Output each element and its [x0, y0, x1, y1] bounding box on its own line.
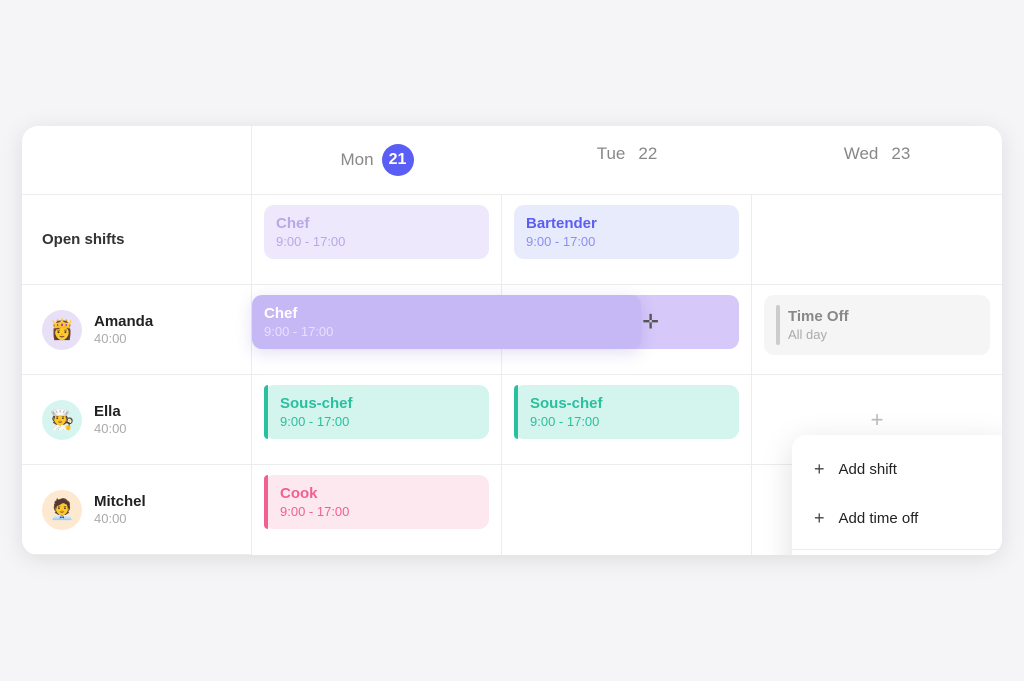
open-shifts-label: Open shifts — [42, 231, 231, 248]
sous-chef-ella-tue-card[interactable]: Sous-chef 9:00 - 17:00 — [514, 385, 739, 439]
sous-chef-ella-tue-time: 9:00 - 17:00 — [530, 414, 727, 429]
calendar-container: Mon 21 Tue 22 Wed 23 Open shifts Chef 9:… — [22, 126, 1002, 555]
chef-open-time: 9:00 - 17:00 — [276, 234, 477, 249]
sous-chef-ella-tue-title: Sous-chef — [530, 395, 727, 412]
wed-label: Wed — [844, 144, 879, 164]
ella-hours: 40:00 — [94, 421, 127, 436]
time-off-time: All day — [788, 327, 849, 342]
tue-label: Tue — [597, 144, 626, 164]
add-shift-menuitem[interactable]: + Add shift — [792, 445, 1002, 494]
header-mon: Mon 21 — [252, 126, 502, 195]
cook-mitchel-mon-card[interactable]: Cook 9:00 - 17:00 — [264, 475, 489, 529]
add-shift-label: Add shift — [839, 461, 897, 478]
tue-date: 22 — [638, 144, 657, 164]
sous-chef-bar-tue — [514, 385, 518, 439]
amanda-mon: Chef 9:00 - 17:00 ✛ — [252, 285, 502, 375]
chef-drag-time: 9:00 - 17:00 — [264, 324, 629, 339]
chef-drag-card[interactable]: Chef 9:00 - 17:00 ✛ — [252, 295, 641, 349]
mon-label: Mon — [340, 150, 373, 170]
add-time-off-icon: + — [814, 508, 825, 529]
time-off-title: Time Off — [788, 308, 849, 325]
amanda-wed: Time Off All day — [752, 285, 1002, 375]
add-time-off-label: Add time off — [839, 510, 919, 527]
mitchel-hours: 40:00 — [94, 511, 146, 526]
time-off-bar — [776, 305, 780, 345]
cook-mitchel-mon-title: Cook — [280, 485, 477, 502]
header-wed: Wed 23 — [752, 126, 1002, 195]
ella-label-cell: 🧑‍🍳 Ella 40:00 — [22, 375, 252, 465]
bartender-time: 9:00 - 17:00 — [526, 234, 727, 249]
open-shifts-mon: Chef 9:00 - 17:00 — [252, 195, 502, 285]
sous-chef-ella-mon-time: 9:00 - 17:00 — [280, 414, 477, 429]
mitchel-label-cell: 🧑‍💼 Mitchel 40:00 — [22, 465, 252, 555]
ella-mon: Sous-chef 9:00 - 17:00 — [252, 375, 502, 465]
open-shifts-wed — [752, 195, 1002, 285]
bartender-shift-tue[interactable]: Bartender 9:00 - 17:00 — [514, 205, 739, 259]
open-shifts-tue: Bartender 9:00 - 17:00 — [502, 195, 752, 285]
mitchel-tue — [502, 465, 752, 555]
ella-name: Ella — [94, 403, 127, 420]
context-menu: + Add shift + Add time off ⧉ Copy 📋 Past… — [792, 435, 1002, 555]
ella-wed[interactable]: + + Add shift + Add time off ⧉ Copy 📋 — [752, 375, 1002, 465]
amanda-hours: 40:00 — [94, 331, 153, 346]
ella-avatar: 🧑‍🍳 — [42, 400, 82, 440]
mitchel-name: Mitchel — [94, 493, 146, 510]
header-empty — [22, 126, 252, 195]
amanda-label-cell: 👸 Amanda 40:00 — [22, 285, 252, 375]
cook-mitchel-mon-time: 9:00 - 17:00 — [280, 504, 477, 519]
chef-drag-title: Chef — [264, 305, 629, 322]
context-menu-divider — [792, 549, 1002, 550]
amanda-avatar: 👸 — [42, 310, 82, 350]
header-tue: Tue 22 — [502, 126, 752, 195]
chef-open-shift-mon[interactable]: Chef 9:00 - 17:00 — [264, 205, 489, 259]
add-time-off-menuitem[interactable]: + Add time off — [792, 494, 1002, 543]
time-off-card[interactable]: Time Off All day — [764, 295, 990, 355]
mon-badge: 21 — [382, 144, 414, 176]
sous-chef-ella-mon-card[interactable]: Sous-chef 9:00 - 17:00 — [264, 385, 489, 439]
ella-tue: Sous-chef 9:00 - 17:00 — [502, 375, 752, 465]
sous-chef-bar-mon — [264, 385, 268, 439]
mitchel-avatar: 🧑‍💼 — [42, 490, 82, 530]
bartender-title: Bartender — [526, 215, 727, 232]
amanda-name: Amanda — [94, 313, 153, 330]
open-shifts-label-cell: Open shifts — [22, 195, 252, 285]
sous-chef-ella-mon-title: Sous-chef — [280, 395, 477, 412]
wed-date: 23 — [891, 144, 910, 164]
calendar-grid: Mon 21 Tue 22 Wed 23 Open shifts Chef 9:… — [22, 126, 1002, 555]
cook-bar — [264, 475, 268, 529]
chef-open-title: Chef — [276, 215, 477, 232]
mitchel-mon: Cook 9:00 - 17:00 — [252, 465, 502, 555]
add-shift-icon: + — [814, 459, 825, 480]
